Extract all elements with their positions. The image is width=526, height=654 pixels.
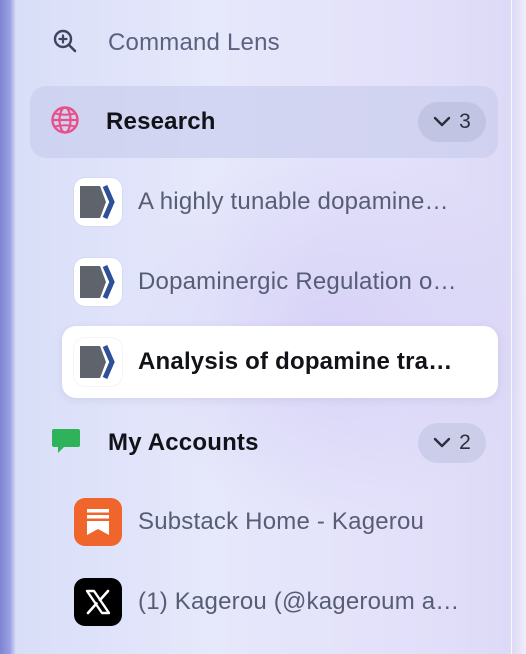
group-header-research[interactable]: Research 3: [30, 86, 498, 158]
tab-count: 3: [459, 110, 471, 133]
command-lens-button[interactable]: Command Lens: [52, 22, 280, 64]
group-label-my-accounts: My Accounts: [108, 429, 259, 456]
tab-item[interactable]: A highly tunable dopamine…: [62, 166, 498, 238]
chat-bubble-icon: [50, 426, 82, 461]
collapse-toggle-my-accounts[interactable]: 2: [418, 423, 486, 463]
group-header-my-accounts[interactable]: My Accounts 2: [30, 407, 498, 479]
document-chevron-icon: [74, 258, 122, 306]
x-logo-icon: [74, 578, 122, 626]
tab-title: Substack Home - Kagerou: [138, 508, 425, 535]
collapse-toggle-research[interactable]: 3: [418, 102, 486, 142]
command-lens-label: Command Lens: [108, 29, 280, 56]
document-chevron-icon: [74, 338, 122, 386]
tab-item[interactable]: (1) Kagerou (@kageroum a…: [62, 566, 498, 638]
tab-title: Dopaminergic Regulation o…: [138, 268, 457, 295]
tab-item-active[interactable]: Analysis of dopamine tra…: [62, 326, 498, 398]
tab-item[interactable]: Substack Home - Kagerou: [62, 486, 498, 558]
substack-icon: [74, 498, 122, 546]
tab-title: (1) Kagerou (@kageroum a…: [138, 588, 460, 615]
globe-icon: [50, 105, 80, 140]
group-label-research: Research: [106, 108, 216, 135]
tab-title: Analysis of dopamine tra…: [138, 348, 453, 375]
document-chevron-icon: [74, 178, 122, 226]
tab-count: 2: [459, 431, 471, 454]
tab-title: A highly tunable dopamine…: [138, 188, 449, 215]
chevron-down-icon: [433, 431, 451, 455]
chevron-down-icon: [433, 110, 451, 134]
tab-item[interactable]: Dopaminergic Regulation o…: [62, 246, 498, 318]
sidebar-edge: [511, 0, 526, 654]
zoom-in-icon: [52, 28, 78, 59]
